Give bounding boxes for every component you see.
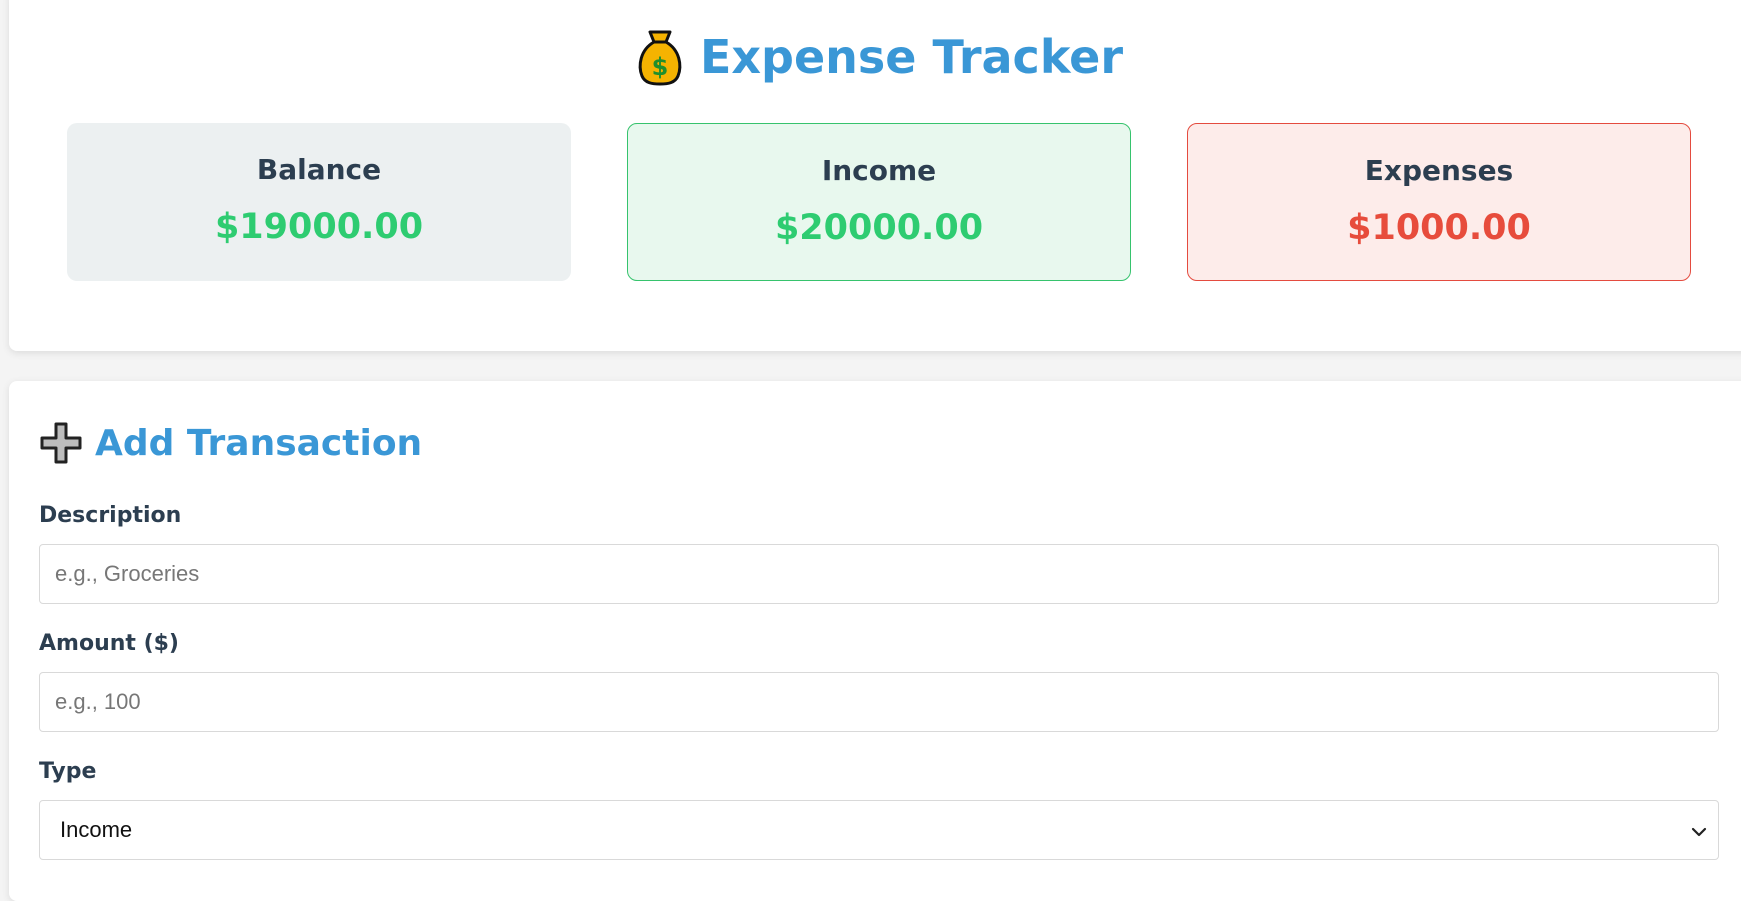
description-label: Description [39, 503, 182, 528]
amount-input[interactable] [39, 672, 1719, 732]
expenses-card: Expenses $1000.00 [1187, 123, 1691, 281]
amount-label: Amount ($) [39, 631, 179, 656]
balance-value: $19000.00 [214, 207, 424, 247]
expenses-label: Expenses [1364, 154, 1514, 187]
balance-card: Balance $19000.00 [67, 123, 571, 281]
svg-text:$: $ [652, 53, 669, 81]
type-label: Type [39, 759, 97, 784]
description-input[interactable] [39, 544, 1719, 604]
app-title-text: Expense Tracker [699, 30, 1124, 84]
expenses-value: $1000.00 [1347, 208, 1531, 248]
balance-label: Balance [256, 153, 382, 186]
add-transaction-title-text: Add Transaction [95, 422, 423, 464]
income-value: $20000.00 [774, 208, 984, 248]
add-transaction-card: Add Transaction Description Amount ($) T… [9, 381, 1741, 901]
type-selected-value: Income [60, 817, 133, 842]
income-card: Income $20000.00 [627, 123, 1131, 281]
type-select[interactable]: Income [39, 800, 1719, 860]
chevron-down-icon [1690, 821, 1708, 839]
summary-card: $ Expense Tracker Balance $19000.00 Inco… [9, 0, 1741, 351]
add-transaction-title: Add Transaction [39, 421, 422, 465]
income-label: Income [821, 154, 937, 187]
money-bag-icon: $ [636, 28, 684, 86]
plus-icon [39, 421, 83, 465]
app-title: $ Expense Tracker [9, 28, 1741, 86]
